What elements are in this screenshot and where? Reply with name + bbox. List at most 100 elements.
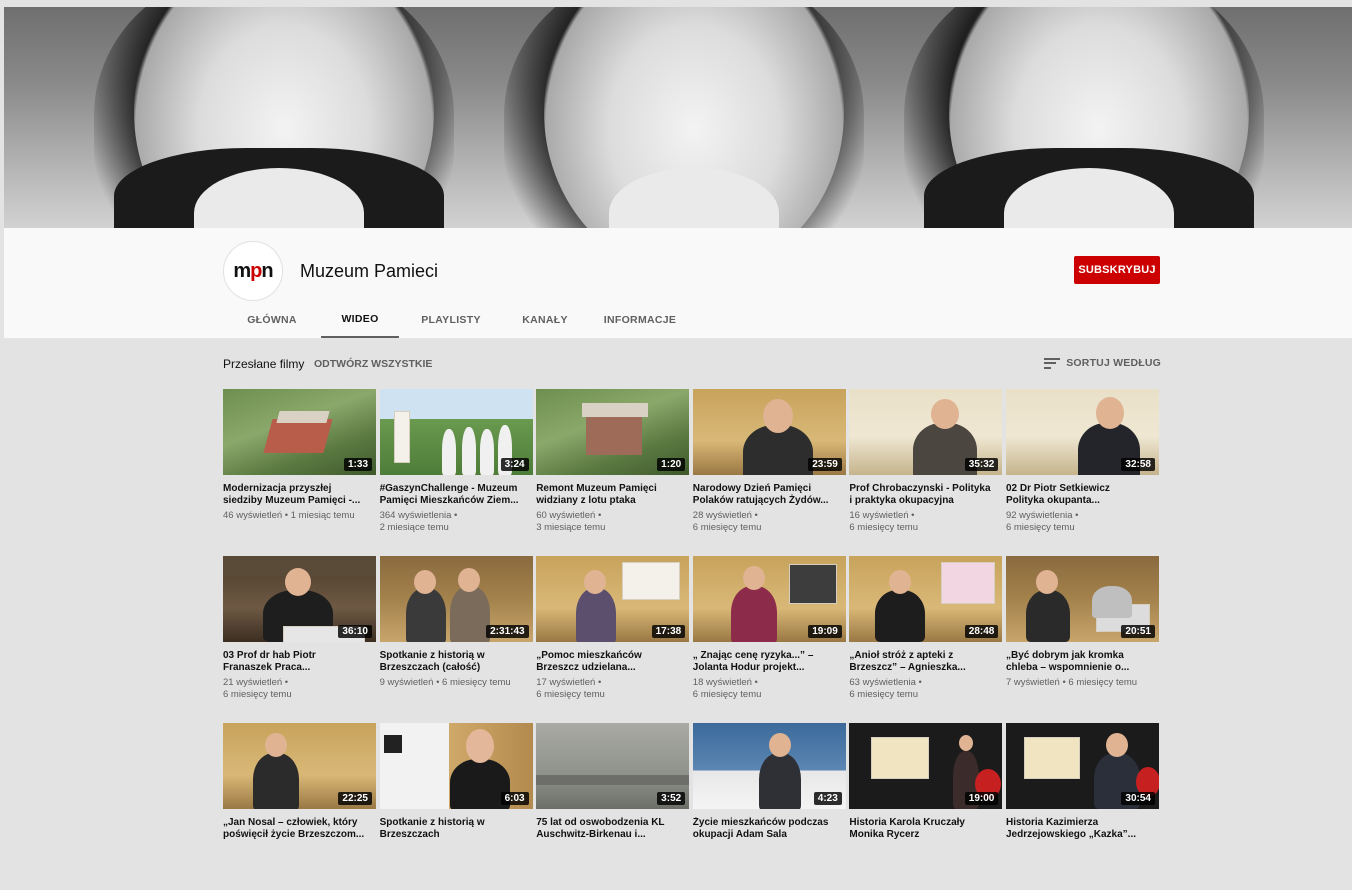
video-meta: 9 wyświetleń • 6 miesięcy temu <box>379 677 511 688</box>
video-thumbnail[interactable]: 4:23 <box>692 723 846 809</box>
video-card[interactable]: 23:59 Narodowy Dzień Pamięci Polaków rat… <box>692 389 846 556</box>
video-thumbnail[interactable]: 35:32 <box>849 389 1003 475</box>
video-title[interactable]: „ Znając cenę ryzyka...” – Jolanta Hodur… <box>693 650 843 673</box>
video-title[interactable]: Narodowy Dzień Pamięci Polaków ratującyc… <box>693 483 843 506</box>
video-grid: 1:33 Modernizacja przyszłej siedziby Muz… <box>223 389 1163 890</box>
uploads-heading: Przesłane filmy ODTWÓRZ WSZYSTKIE SORTUJ… <box>223 357 1161 371</box>
video-thumbnail[interactable]: 20:51 <box>1005 556 1159 642</box>
video-thumbnail[interactable]: 2:31:43 <box>379 556 533 642</box>
video-title[interactable]: Historia Karola Kruczały Monika Rycerz <box>849 817 999 840</box>
video-card[interactable]: 3:52 75 lat od oswobodzenia KL Auschwitz… <box>536 723 690 890</box>
video-title[interactable]: #GaszynChallenge - Muzeum Pamięci Mieszk… <box>380 483 530 506</box>
video-meta: 17 wyświetleń • 6 miesięcy temu <box>536 677 605 700</box>
tab-playlists[interactable]: PLAYLISTY <box>399 302 503 338</box>
subscribe-button[interactable]: SUBSKRYBUJ <box>1074 256 1160 284</box>
video-card[interactable]: 30:54 Historia Kazimierza Jedrzejowskieg… <box>1005 723 1159 890</box>
video-title[interactable]: 02 Dr Piotr Setkiewicz Polityka okupanta… <box>1006 483 1156 506</box>
video-card[interactable]: 19:09 „ Znając cenę ryzyka...” – Jolanta… <box>692 556 846 723</box>
video-card[interactable]: 2:31:43 Spotkanie z historią w Brzeszcza… <box>379 556 533 723</box>
video-title[interactable]: Życie mieszkańców podczas okupacji Adam … <box>693 817 843 840</box>
video-title[interactable]: „Być dobrym jak kromka chleba – wspomnie… <box>1006 650 1156 673</box>
video-thumbnail[interactable]: 28:48 <box>849 556 1003 642</box>
sort-label: SORTUJ WEDŁUG <box>1066 357 1161 369</box>
video-thumbnail[interactable]: 19:09 <box>692 556 846 642</box>
video-title[interactable]: Spotkanie z historią w Brzeszczach (cało… <box>380 650 530 673</box>
video-card[interactable]: 36:10 03 Prof dr hab Piotr Franaszek Pra… <box>223 556 376 723</box>
video-duration: 6:03 <box>500 792 529 805</box>
video-thumbnail[interactable]: 1:20 <box>536 389 690 475</box>
video-duration: 19:09 <box>808 625 842 638</box>
video-meta: 18 wyświetleń • 6 miesięcy temu <box>692 677 762 700</box>
video-duration: 23:59 <box>808 458 842 471</box>
video-title[interactable]: „Anioł stróż z apteki z Brzeszcz” – Agni… <box>849 650 999 673</box>
video-thumbnail[interactable]: 36:10 <box>223 556 376 642</box>
video-card[interactable]: 1:20 Remont Muzeum Pamięci widziany z lo… <box>536 389 690 556</box>
video-card[interactable]: 28:48 „Anioł stróż z apteki z Brzeszcz” … <box>849 556 1003 723</box>
video-duration: 30:54 <box>1121 792 1155 805</box>
video-thumbnail[interactable]: 3:52 <box>536 723 690 809</box>
video-duration: 20:51 <box>1121 625 1155 638</box>
video-thumbnail[interactable]: 17:38 <box>536 556 690 642</box>
video-card[interactable]: 17:38 „Pomoc mieszkańców Brzeszcz udziel… <box>536 556 690 723</box>
video-title[interactable]: Spotkanie z historią w Brzeszczach <box>380 817 530 840</box>
video-title[interactable]: Prof Chrobaczynski - Polityka i praktyka… <box>849 483 999 506</box>
video-meta: 28 wyświetleń • 6 miesięcy temu <box>692 510 762 533</box>
tab-home[interactable]: GŁÓWNA <box>223 302 321 338</box>
video-duration: 32:58 <box>1121 458 1155 471</box>
channel-banner <box>4 7 1352 228</box>
video-thumbnail[interactable]: 23:59 <box>692 389 846 475</box>
tab-channels[interactable]: KANAŁY <box>503 302 587 338</box>
video-meta: 46 wyświetleń • 1 miesiąc temu <box>223 510 355 521</box>
video-card[interactable]: 3:24 #GaszynChallenge - Muzeum Pamięci M… <box>379 389 533 556</box>
video-duration: 3:52 <box>657 792 686 805</box>
video-duration: 1:33 <box>343 458 372 471</box>
video-card[interactable]: 20:51 „Być dobrym jak kromka chleba – ws… <box>1005 556 1159 723</box>
video-card[interactable]: 22:25 „Jan Nosal – człowiek, który poświ… <box>223 723 376 890</box>
video-title[interactable]: 03 Prof dr hab Piotr Franaszek Praca... <box>223 650 373 673</box>
video-thumbnail[interactable]: 30:54 <box>1005 723 1159 809</box>
video-meta: 92 wyświetlenia • 6 miesięcy temu <box>1005 510 1079 533</box>
sort-button[interactable]: SORTUJ WEDŁUG <box>1044 357 1161 369</box>
video-card[interactable]: 6:03 Spotkanie z historią w Brzeszczach <box>379 723 533 890</box>
video-thumbnail[interactable]: 32:58 <box>1005 389 1159 475</box>
avatar[interactable]: mpn <box>223 241 283 301</box>
video-duration: 19:00 <box>964 792 999 805</box>
avatar-logo: mpn <box>233 259 273 282</box>
video-duration: 22:25 <box>338 792 372 805</box>
video-duration: 17:38 <box>651 625 686 638</box>
video-meta: 63 wyświetlenia • 6 miesięcy temu <box>849 677 922 700</box>
tab-videos[interactable]: WIDEO <box>321 302 399 338</box>
video-duration: 28:48 <box>964 625 999 638</box>
channel-header: mpn Muzeum Pamieci SUBSKRYBUJ GŁÓWNA WID… <box>4 228 1352 339</box>
video-title[interactable]: Historia Kazimierza Jedrzejowskiego „Kaz… <box>1006 817 1156 840</box>
video-card[interactable]: 19:00 Historia Karola Kruczały Monika Ry… <box>849 723 1003 890</box>
video-duration: 1:20 <box>657 458 686 471</box>
video-thumbnail[interactable]: 1:33 <box>223 389 376 475</box>
channel-tabs: GŁÓWNA WIDEO PLAYLISTY KANAŁY INFORMACJE <box>223 302 693 338</box>
video-card[interactable]: 1:33 Modernizacja przyszłej siedziby Muz… <box>223 389 376 556</box>
video-card[interactable]: 32:58 02 Dr Piotr Setkiewicz Polityka ok… <box>1005 389 1159 556</box>
video-card[interactable]: 35:32 Prof Chrobaczynski - Polityka i pr… <box>849 389 1003 556</box>
video-duration: 35:32 <box>964 458 999 471</box>
video-thumbnail[interactable]: 6:03 <box>379 723 533 809</box>
channel-title: Muzeum Pamieci <box>300 261 439 281</box>
video-title[interactable]: 75 lat od oswobodzenia KL Auschwitz-Birk… <box>536 817 686 840</box>
play-all-button[interactable]: ODTWÓRZ WSZYSTKIE <box>314 358 432 370</box>
video-row: 36:10 03 Prof dr hab Piotr Franaszek Pra… <box>223 556 1163 723</box>
video-title[interactable]: Remont Muzeum Pamięci widziany z lotu pt… <box>536 483 686 506</box>
video-title[interactable]: „Jan Nosal – człowiek, który poświęcił ż… <box>223 817 373 840</box>
video-meta: 60 wyświetleń • 3 miesiące temu <box>536 510 606 533</box>
section-title: Przesłane filmy <box>223 357 305 371</box>
video-meta: 7 wyświetleń • 6 miesięcy temu <box>1005 677 1138 688</box>
video-title[interactable]: „Pomoc mieszkańców Brzeszcz udzielana... <box>536 650 686 673</box>
video-row: 1:33 Modernizacja przyszłej siedziby Muz… <box>223 389 1163 556</box>
video-meta: 21 wyświetleń • 6 miesięcy temu <box>223 677 292 700</box>
video-thumbnail[interactable]: 22:25 <box>223 723 376 809</box>
video-card[interactable]: 4:23 Życie mieszkańców podczas okupacji … <box>692 723 846 890</box>
video-title[interactable]: Modernizacja przyszłej siedziby Muzeum P… <box>223 483 373 506</box>
video-duration: 2:31:43 <box>486 625 529 638</box>
tab-about[interactable]: INFORMACJE <box>587 302 693 338</box>
video-thumbnail[interactable]: 19:00 <box>849 723 1003 809</box>
video-duration: 3:24 <box>500 458 529 471</box>
video-thumbnail[interactable]: 3:24 <box>379 389 533 475</box>
